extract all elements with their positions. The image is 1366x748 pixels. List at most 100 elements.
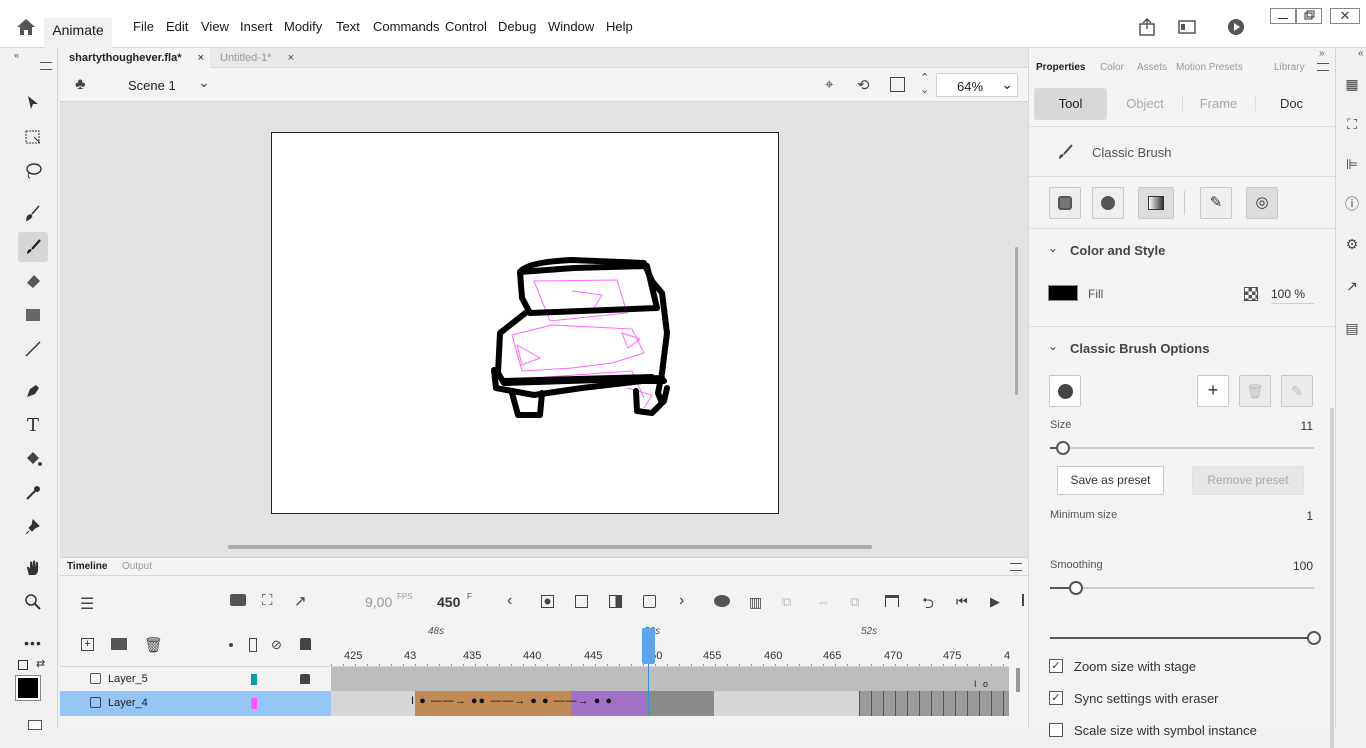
classic-brush-tool-icon[interactable] [18,232,48,262]
text-tool-icon[interactable]: T [18,410,48,440]
zoom-tool-icon[interactable] [18,587,48,617]
outline-layers-icon[interactable] [249,638,257,652]
step-forward-icon[interactable] [1022,594,1024,606]
layers-icon[interactable]: ☰ [80,594,94,614]
prev-keyframe-icon[interactable]: ‹ [507,592,512,610]
lasso-tool-icon[interactable] [18,156,48,186]
menu-text[interactable]: Text [336,19,360,34]
layer-row-selected[interactable]: Layer_4 [60,691,331,716]
minimize-icon[interactable] [1270,8,1296,24]
tween-motion-icon[interactable]: ⧉ [850,594,859,610]
edit-multiple-frames-icon[interactable]: ▥ [749,594,762,611]
timeline-v-scrollbar[interactable] [1016,668,1020,692]
next-keyframe-icon[interactable]: › [679,592,684,610]
props-scrollbar[interactable] [1330,408,1334,748]
close-window-icon[interactable]: ✕ [1330,8,1360,24]
smoothing-value[interactable]: 100 [1279,559,1313,573]
zoom-field[interactable]: 64% ⌄ [936,73,1018,97]
graph-icon[interactable]: ↗ [294,592,307,610]
menu-edit[interactable]: Edit [166,19,188,34]
pin-tool-icon[interactable] [18,512,48,542]
insert-keyframe-icon[interactable] [541,595,554,608]
frame-picker-icon[interactable]: ▤ [1344,320,1360,336]
motion-editor-icon[interactable]: ↗ [1344,278,1360,294]
tools-menu-icon[interactable] [40,62,52,70]
rotate-stage-icon[interactable]: ⟲ [857,76,870,94]
size-slider-knob[interactable] [1056,441,1071,455]
workspace-icon[interactable] [1178,19,1196,35]
save-preset-button[interactable]: Save as preset [1057,466,1164,495]
min-size-slider-knob[interactable] [1069,581,1084,595]
lock-icon[interactable] [300,674,310,684]
lock-all-icon[interactable] [300,638,311,650]
clip-stage-icon[interactable] [890,77,905,92]
fill-swatch[interactable] [1048,285,1078,301]
hand-tool-icon[interactable] [18,553,48,583]
min-size-slider[interactable] [1050,587,1314,589]
smoothing-slider-knob[interactable] [1307,631,1321,645]
home-icon[interactable] [16,18,36,38]
subtab-object[interactable]: Object [1109,96,1181,111]
show-hide-icon[interactable]: ⊘ [271,637,282,653]
brush-shape-button[interactable] [1049,375,1081,407]
size-slider[interactable] [1050,447,1314,449]
info-icon[interactable]: ⓘ [1344,196,1360,212]
menu-insert[interactable]: Insert [240,19,273,34]
menu-help[interactable]: Help [606,19,633,34]
new-layer-icon[interactable]: + [81,638,94,651]
scene-dropdown-chevron-icon[interactable]: ⌄ [198,74,210,91]
tab-color[interactable]: Color [1100,62,1124,73]
tween-icon[interactable]: ⧉ [782,594,791,610]
restore-icon[interactable] [1296,8,1322,24]
more-tools-icon[interactable]: ••• [18,628,48,658]
layer-color-swatch[interactable] [251,698,257,709]
zoom-stepper-icon[interactable]: ⌃ ⌄ [920,72,929,96]
insert-frame-icon[interactable] [609,595,622,608]
zoom-dropdown-icon[interactable]: ⌄ [1001,76,1013,93]
stroke-color-swatch[interactable] [15,675,41,701]
free-transform-tool-icon[interactable] [18,122,48,152]
remove-preset-button[interactable]: Remove preset [1192,466,1304,495]
highlight-layers-icon[interactable] [229,643,233,647]
current-frame[interactable]: 450 [437,594,460,610]
subtab-tool[interactable]: Tool [1034,88,1107,120]
delete-layer-icon[interactable]: 🗑 [144,636,163,654]
play-icon[interactable]: ▶ [990,594,1000,610]
fill-color-swatch[interactable] [28,720,42,730]
close-tab-icon[interactable]: × [288,48,294,68]
menu-view[interactable]: View [201,19,229,34]
doc-tab-inactive[interactable]: Untitled-1* × [210,48,300,68]
tab-properties[interactable]: Properties [1036,62,1085,73]
frames-row-selected[interactable]: I ● ——→ ●● ——→ ● ● ——→ ● ● [331,691,1009,716]
layer-parenting-icon[interactable]: ⛶ [262,592,273,609]
tab-motion-presets[interactable]: Motion Presets [1176,62,1243,73]
close-tab-icon[interactable]: × [198,48,204,68]
alpha-value[interactable]: 100 % [1271,287,1314,304]
swap-colors-icon[interactable] [18,660,28,670]
frame-options-icon[interactable] [885,595,899,607]
delete-brush-button[interactable]: 🗑 [1239,375,1271,407]
tab-assets[interactable]: Assets [1137,62,1167,73]
menu-control[interactable]: Control [445,19,487,34]
horizontal-scrollbar[interactable] [228,545,872,549]
selection-tool-icon[interactable] [18,88,48,118]
section-chevron-icon[interactable]: ⌄ [1048,339,1058,353]
sync-eraser-checkbox[interactable]: ✓ [1049,691,1063,705]
paint-brush-tool-icon[interactable] [18,198,48,228]
paint-fills-button[interactable] [1092,187,1124,219]
output-tab[interactable]: Output [122,561,152,572]
fps-value[interactable]: 9,00 [365,594,392,610]
remove-frame-icon[interactable] [643,595,656,608]
collapse-tools-icon[interactable]: « [14,50,19,60]
swatches-icon[interactable]: ▦ [1344,76,1360,92]
section-chevron-icon[interactable]: ⌄ [1048,241,1058,255]
timeline-tab[interactable]: Timeline [67,561,107,572]
layer-color-swatch[interactable] [251,674,257,685]
stage-canvas[interactable] [271,132,779,514]
app-name-tab[interactable]: Animate [44,18,112,48]
tab-library[interactable]: Library [1274,62,1305,73]
onion-skin-icon[interactable] [714,595,730,607]
subtab-doc[interactable]: Doc [1255,96,1327,111]
collapse-panel-icon[interactable]: » [1319,48,1325,59]
camera-icon[interactable] [230,594,246,606]
